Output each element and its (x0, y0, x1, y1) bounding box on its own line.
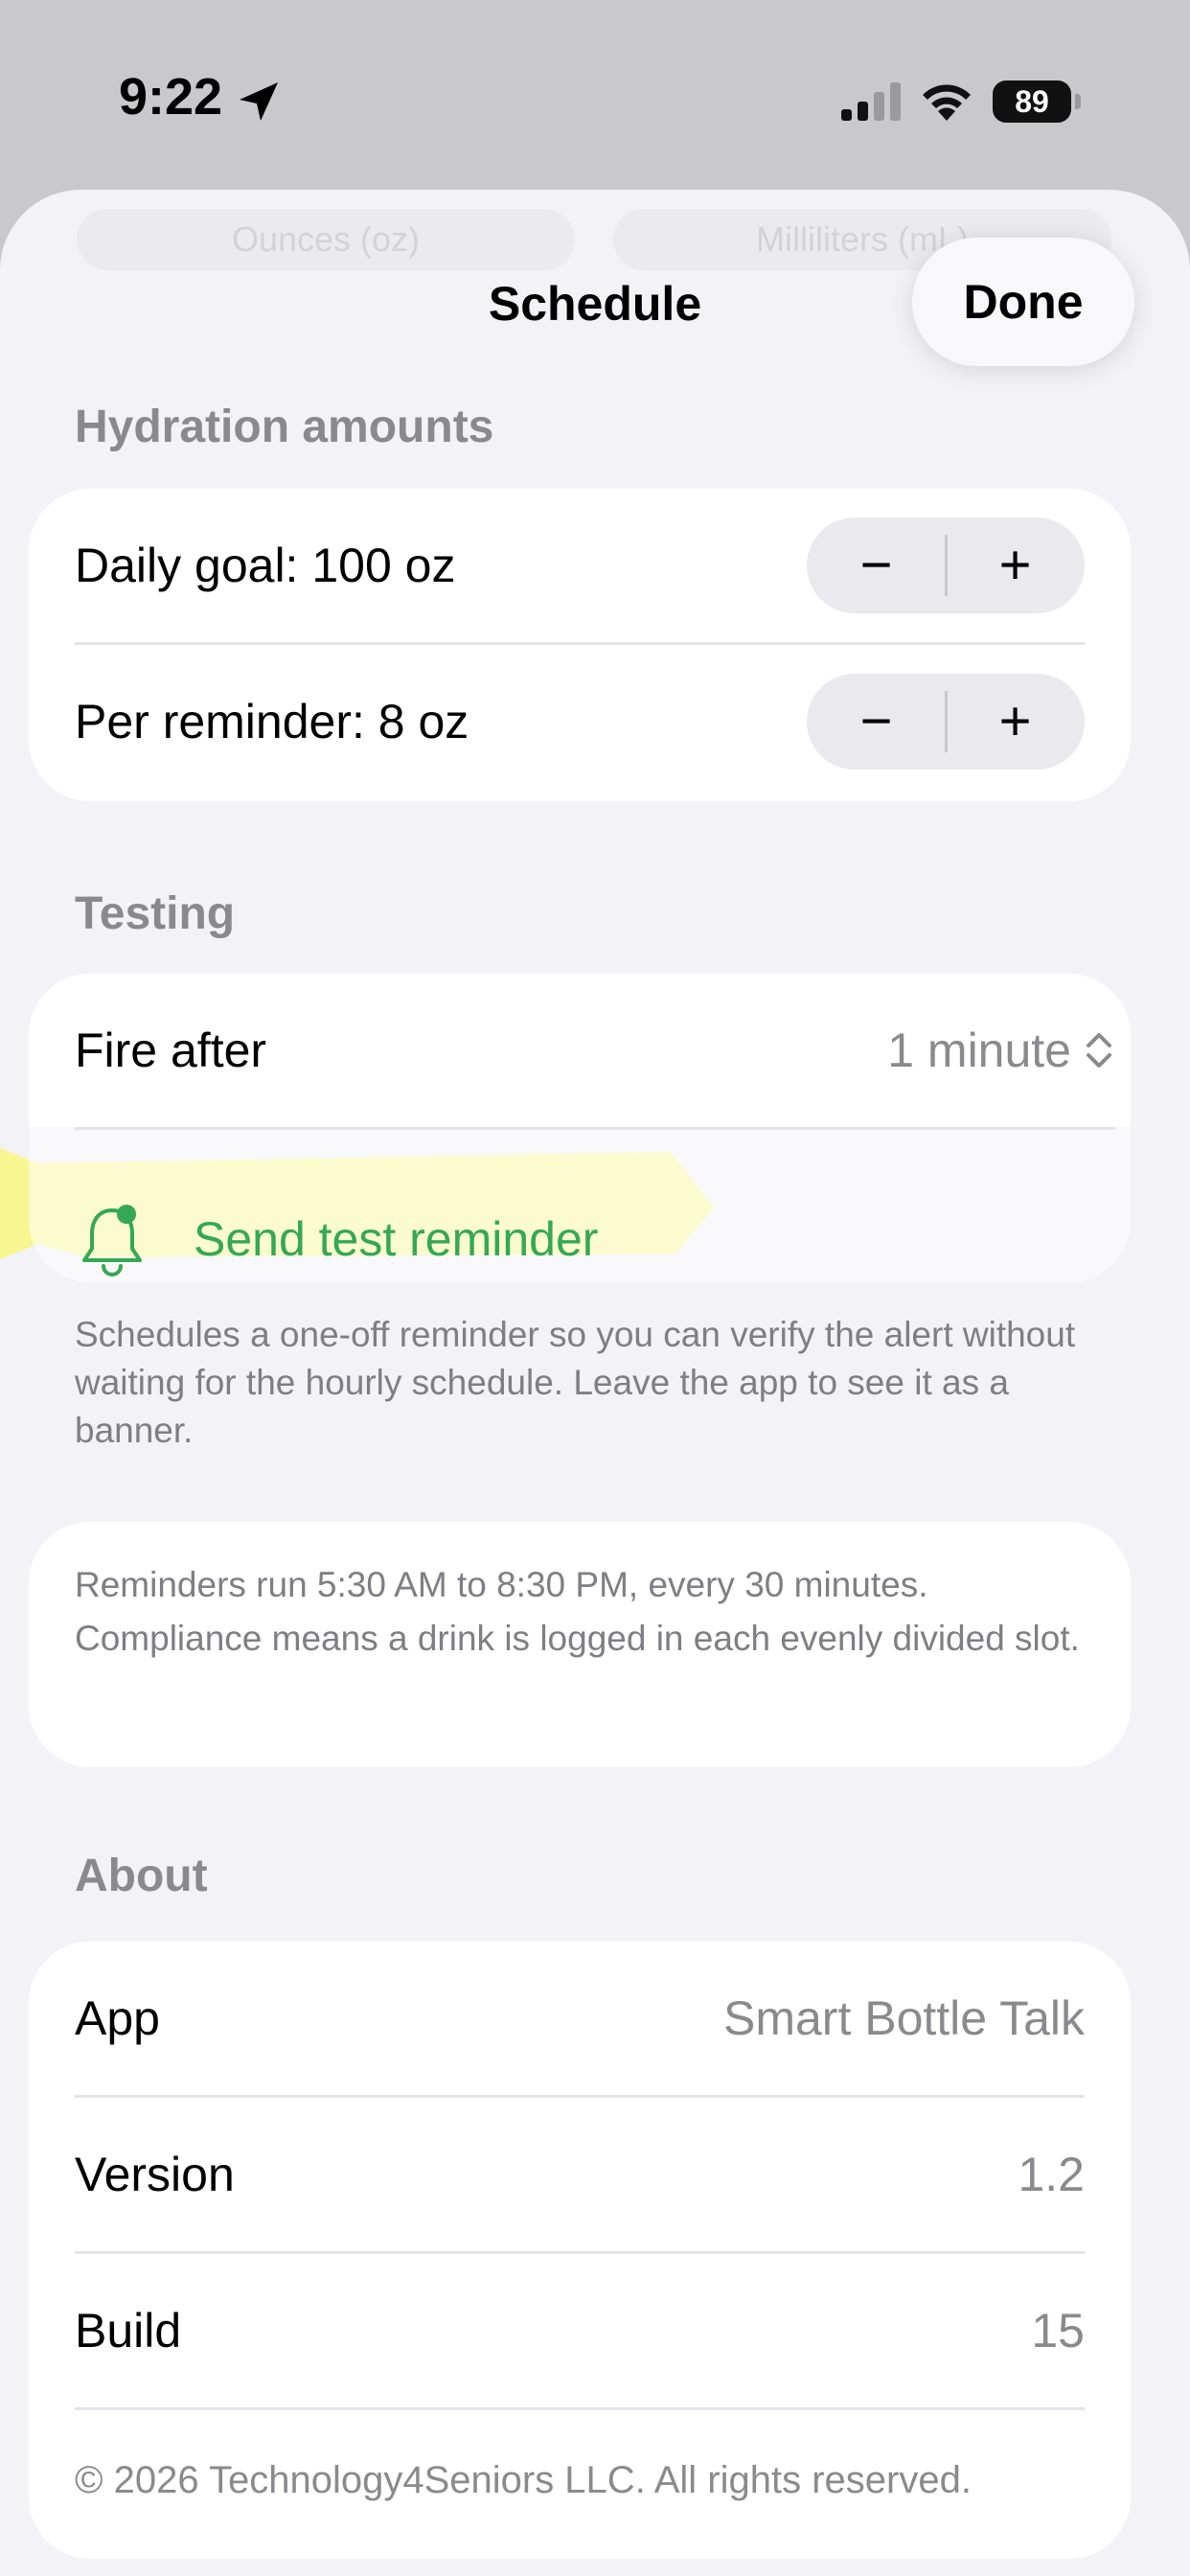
schedule-sheet: Ounces (oz) Milliliters (mL) Schedule Do… (0, 190, 1190, 2576)
done-button[interactable]: Done (912, 238, 1134, 366)
per-reminder-increment-button[interactable]: + (946, 674, 1085, 770)
divider (75, 1127, 1115, 1130)
cellular-signal-icon (841, 82, 901, 121)
location-arrow-icon (240, 82, 278, 121)
reminder-info-card: Reminders run 5:30 AM to 8:30 PM, every … (29, 1522, 1131, 1767)
daily-goal-increment-button[interactable]: + (946, 518, 1085, 613)
about-row-app: App Smart Bottle Talk (75, 1942, 1085, 2095)
daily-goal-stepper[interactable]: − + (807, 518, 1085, 613)
hydration-card: Daily goal: 100 oz − + Per reminder: 8 o… (29, 489, 1131, 801)
fire-after-label: Fire after (75, 1024, 267, 1077)
daily-goal-row: Daily goal: 100 oz − + (75, 489, 1085, 642)
per-reminder-decrement-button[interactable]: − (807, 674, 946, 770)
about-build-label: Build (75, 2304, 182, 2358)
per-reminder-row: Per reminder: 8 oz − + (75, 645, 1085, 798)
per-reminder-label: Per reminder: 8 oz (75, 695, 469, 748)
daily-goal-label: Daily goal: 100 oz (75, 539, 456, 592)
section-header-about: About (75, 1851, 208, 1901)
send-test-reminder-label: Send test reminder (194, 1212, 599, 1266)
daily-goal-decrement-button[interactable]: − (807, 518, 946, 613)
about-version-value: 1.2 (1018, 2148, 1085, 2201)
wifi-icon (923, 84, 971, 121)
section-header-hydration: Hydration amounts (75, 402, 494, 452)
about-app-label: App (75, 1991, 160, 2045)
testing-footnote: Schedules a one-off reminder so you can … (75, 1315, 1076, 1450)
bell-badge-icon (82, 1205, 142, 1276)
section-header-testing: Testing (75, 888, 236, 939)
status-time: 9:22 (119, 68, 223, 126)
chevron-up-down-icon (1087, 1033, 1111, 1068)
about-card: App Smart Bottle Talk Version 1.2 Build … (29, 1942, 1131, 2559)
fire-after-value[interactable]: 1 minute (887, 1023, 1071, 1078)
about-app-value: Smart Bottle Talk (722, 1991, 1085, 2045)
battery-icon: 89 (993, 80, 1081, 123)
about-row-build: Build 15 (75, 2254, 1085, 2407)
per-reminder-stepper[interactable]: − + (807, 674, 1085, 770)
battery-level: 89 (993, 80, 1071, 123)
segment-ounces: Ounces (oz) (77, 209, 575, 270)
about-row-version: Version 1.2 (75, 2098, 1085, 2251)
about-version-label: Version (75, 2148, 235, 2201)
fire-after-row[interactable]: Fire after 1 minute (75, 974, 1115, 1127)
divider (75, 2407, 1085, 2410)
status-bar: 9:22 89 (0, 0, 1190, 192)
send-test-reminder-button[interactable]: Send test reminder (77, 1167, 598, 1311)
about-build-value: 15 (1031, 2304, 1085, 2358)
copyright-text: © 2026 Technology4Seniors LLC. All right… (75, 2459, 972, 2501)
reminder-info-text: Reminders run 5:30 AM to 8:30 PM, every … (75, 1565, 1080, 1658)
